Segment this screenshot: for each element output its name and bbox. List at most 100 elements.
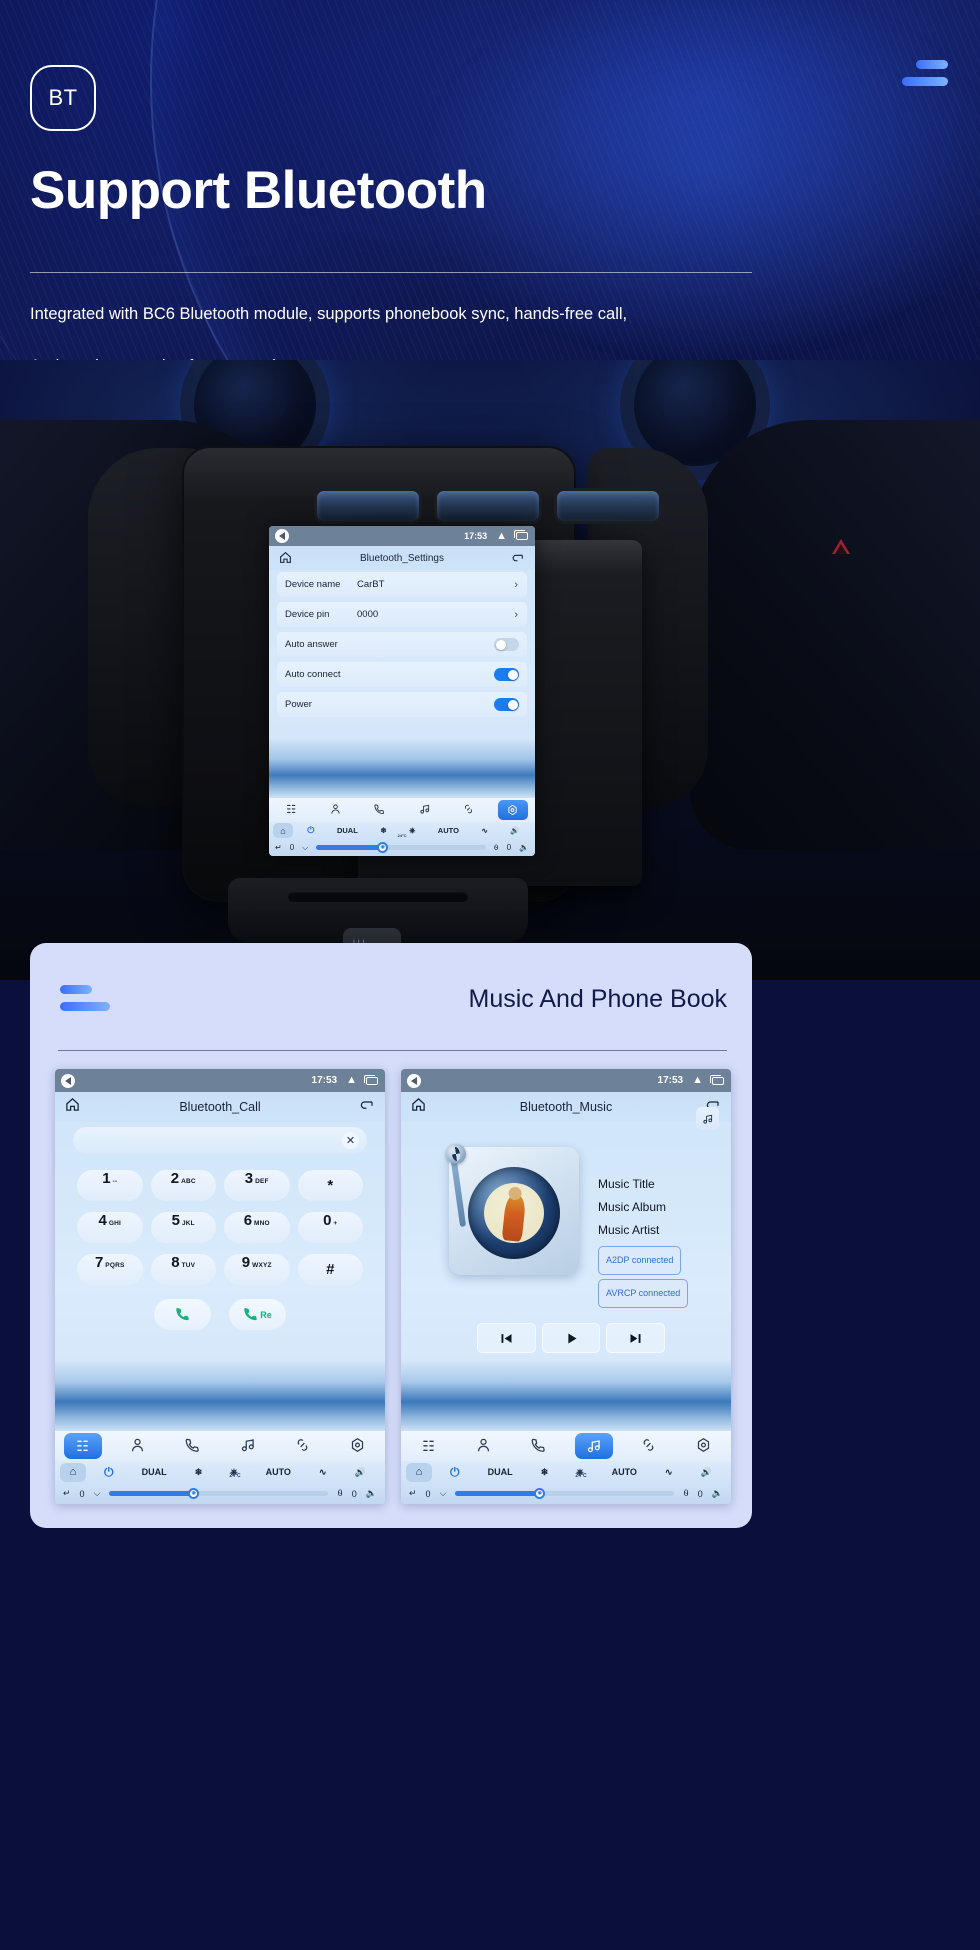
volume-up-icon[interactable]: 🔊 (701, 1467, 712, 1478)
power-toggle[interactable] (494, 698, 519, 711)
snowflake-icon[interactable]: ❄ (380, 826, 386, 835)
tab-link[interactable] (630, 1437, 668, 1455)
volume-down-icon[interactable]: 🔈 (366, 1488, 377, 1499)
chevron-up-icon[interactable]: ▲ (496, 530, 507, 542)
chevron-right-icon[interactable]: › (514, 609, 518, 621)
tab-music[interactable] (574, 1433, 613, 1459)
auto-answer-toggle[interactable] (494, 638, 519, 651)
home-icon[interactable] (279, 551, 292, 564)
setting-row-auto-connect[interactable]: Auto connect (277, 662, 527, 687)
recent-apps-icon[interactable] (364, 1074, 378, 1085)
tab-settings[interactable] (685, 1437, 723, 1455)
dialpad-key-7[interactable]: 7 PQRS (77, 1254, 143, 1285)
call-button[interactable] (154, 1299, 211, 1330)
volume-up-icon[interactable]: 🔊 (355, 1467, 366, 1478)
chevron-up-icon[interactable]: ▲ (346, 1075, 357, 1086)
tab-contacts[interactable] (320, 803, 350, 818)
back-arrow-icon[interactable]: ↵ (275, 843, 282, 852)
power-icon[interactable]: ⏻ (104, 1465, 114, 1480)
recirculate-icon[interactable]: ∿ (481, 826, 487, 835)
chevron-right-icon[interactable]: › (514, 579, 518, 591)
seat-icon[interactable]: ⌵ (94, 1488, 101, 1499)
back-arrow-icon[interactable]: ↵ (63, 1488, 71, 1499)
seat-icon[interactable]: ⌵ (302, 843, 308, 853)
power-icon[interactable]: ⏻ (307, 825, 314, 836)
undo-back-icon[interactable] (511, 551, 525, 564)
tab-phone[interactable] (174, 1437, 212, 1455)
back-arrow-icon[interactable]: ↵ (409, 1488, 417, 1499)
fan-speed-slider[interactable]: ✺ (109, 1488, 329, 1499)
volume-down-icon[interactable]: 🔈 (519, 843, 529, 852)
tab-settings[interactable] (339, 1437, 377, 1455)
home-icon[interactable] (411, 1097, 426, 1112)
bluetooth-music-screen[interactable]: 17:53 ▲ Bluetooth_Music Music Title Musi… (401, 1069, 731, 1504)
dialpad-key-5[interactable]: 5 JKL (150, 1212, 216, 1243)
fan-speed-slider[interactable]: ✺ (455, 1488, 675, 1499)
volume-up-icon[interactable]: 🔊 (510, 826, 519, 835)
snowflake-icon[interactable]: ❄ (541, 1467, 549, 1478)
home-icon[interactable] (65, 1097, 80, 1112)
tab-music[interactable] (229, 1437, 267, 1455)
close-x-icon[interactable]: ✕ (342, 1132, 359, 1149)
previous-track-button[interactable] (477, 1323, 536, 1353)
back-arrow-icon[interactable] (275, 529, 289, 543)
dialpad-key-0[interactable]: 0 + (297, 1212, 363, 1243)
power-icon[interactable]: ⏻ (450, 1465, 460, 1480)
volume-down-icon[interactable]: 🔈 (712, 1488, 723, 1499)
play-button[interactable] (541, 1323, 601, 1353)
home-icon[interactable]: ⌂ (60, 1462, 86, 1482)
auto-label[interactable]: AUTO (266, 1467, 291, 1477)
tab-apps-grid[interactable]: ☷ (410, 1439, 448, 1453)
dual-label[interactable]: DUAL (488, 1467, 513, 1477)
auto-label[interactable]: AUTO (612, 1467, 637, 1477)
auto-label[interactable]: AUTO (438, 826, 459, 835)
fan-speed-slider[interactable]: ✺ (316, 842, 486, 853)
dialpad-key-4[interactable]: 4 GHI (77, 1212, 143, 1243)
dialpad-key-2[interactable]: 2 ABC (150, 1170, 216, 1201)
dialpad-key-3[interactable]: 3 DEF (224, 1170, 290, 1201)
tab-phone[interactable] (365, 803, 395, 818)
auto-connect-toggle[interactable] (494, 668, 519, 681)
hamburger-menu-icon[interactable] (902, 60, 948, 94)
next-track-button[interactable] (606, 1323, 666, 1353)
dual-label[interactable]: DUAL (142, 1467, 167, 1477)
tab-contacts[interactable] (119, 1437, 157, 1455)
dialpad-key-1[interactable]: 1 -- (77, 1170, 143, 1201)
recent-apps-icon[interactable] (514, 530, 528, 540)
dialpad-key-9[interactable]: 9 WXYZ (224, 1254, 290, 1285)
seat-heat-icon[interactable]: ⍬ (494, 843, 499, 853)
card-menu-icon[interactable] (60, 985, 110, 1019)
setting-row-auto-answer[interactable]: Auto answer (277, 632, 527, 657)
dialpad-key-6[interactable]: 6 MNO (224, 1212, 290, 1243)
bluetooth-call-screen[interactable]: 17:53 ▲ Bluetooth_Call ✕ 1 -- 2 ABC 3 DEF *… (55, 1069, 385, 1504)
defrost-icon[interactable]: ⎈ (409, 826, 415, 836)
back-arrow-icon[interactable] (407, 1073, 421, 1088)
setting-row-device-name[interactable]: Device name CarBT › (277, 572, 527, 597)
seat-heat-icon[interactable]: ⍬ (337, 1488, 342, 1499)
redial-button[interactable]: Re (229, 1299, 286, 1330)
tab-phone[interactable] (520, 1437, 558, 1455)
fan-icon[interactable]: ✺ (377, 842, 389, 853)
recent-apps-icon[interactable] (710, 1074, 724, 1085)
music-note-button[interactable] (696, 1107, 719, 1130)
tab-apps-grid[interactable]: ☷ (63, 1433, 102, 1459)
setting-row-device-pin[interactable]: Device pin 0000 › (277, 602, 527, 627)
tab-apps-grid[interactable]: ☷ (276, 804, 306, 816)
dual-label[interactable]: DUAL (337, 826, 358, 835)
chevron-up-icon[interactable]: ▲ (692, 1075, 703, 1086)
undo-back-icon[interactable] (359, 1097, 375, 1112)
head-unit-screen[interactable]: 17:53 ▲ Bluetooth_Settings Device name C… (269, 526, 535, 856)
tab-link[interactable] (284, 1437, 322, 1455)
tab-contacts[interactable] (465, 1437, 503, 1455)
snowflake-icon[interactable]: ❄ (195, 1467, 203, 1478)
home-icon[interactable]: ⌂ (273, 823, 293, 838)
dialpad-key-8[interactable]: 8 TUV (150, 1254, 216, 1285)
phone-number-input[interactable]: ✕ (73, 1127, 367, 1154)
recirculate-icon[interactable]: ∿ (665, 1467, 673, 1478)
fan-icon[interactable]: ✺ (534, 1488, 546, 1499)
recirculate-icon[interactable]: ∿ (319, 1467, 327, 1478)
home-icon[interactable]: ⌂ (406, 1462, 432, 1482)
back-arrow-icon[interactable] (61, 1073, 75, 1088)
tab-settings[interactable] (497, 800, 528, 820)
dialpad-key-star[interactable]: * (297, 1170, 363, 1201)
